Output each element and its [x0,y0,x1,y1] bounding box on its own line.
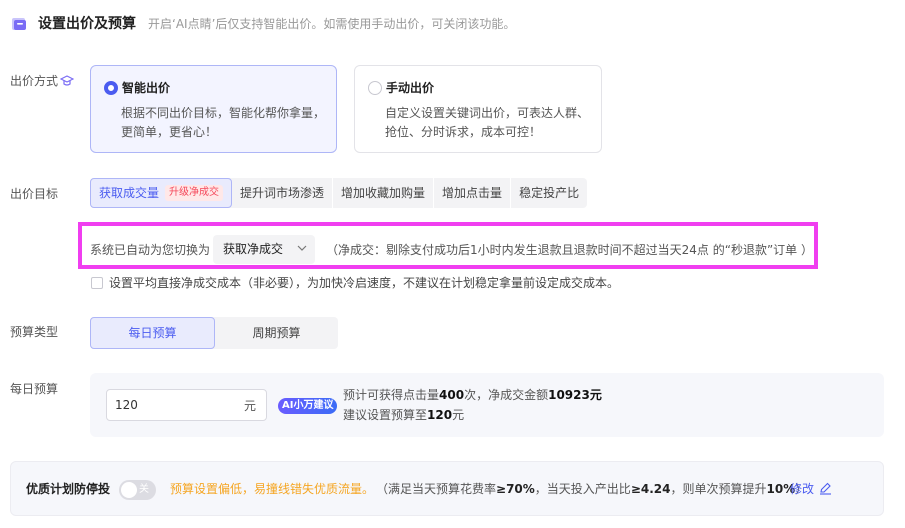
auto-switch-prefix: 系统已自动为您切换为 [90,243,211,257]
chevron-down-icon [297,245,307,251]
bid-goal-tabs: 获取成交量 升级净成交 提升词市场渗透 增加收藏加购量 增加点击量 稳定投产比 [90,178,588,208]
daily-budget-input-wrap: 元 [106,389,267,421]
upgrade-badge: 升级净成交 [165,185,224,201]
tab-market-penetration[interactable]: 提升词市场渗透 [232,178,334,208]
budget-type-period[interactable]: 周期预算 [215,317,338,349]
edit-link[interactable]: 修改 [790,481,814,497]
bid-option-manual-desc: 自定义设置关键词出价，可表达人群、 抢位、分时诉求，成本可控！ [385,106,590,139]
budget-type-segment: 每日预算 周期预算 [90,317,338,349]
daily-budget-label: 每日预算 [10,382,59,396]
net-deal-select-value: 获取净成交 [223,242,284,256]
pencil-icon[interactable] [819,482,832,495]
stop-protect-warning: 预算设置偏低，易撞线错失优质流量。 [170,482,375,496]
tab-get-deals[interactable]: 获取成交量 升级净成交 [90,178,233,208]
budget-type-daily[interactable]: 每日预算 [90,317,215,349]
section-subtitle: 开启‘AI点睛’后仅支持智能出价。如需使用手动出价，可关闭该功能。 [148,17,516,31]
ai-suggest-badge: AI小万建议 [278,398,338,414]
avg-cost-checkbox[interactable] [91,277,103,289]
budget-type-label: 预算类型 [10,325,59,339]
stop-protect-toggle[interactable]: 关 [119,480,156,500]
stop-protect-rule: （满足当天预算花费率≥70%，当天投入产出比≥4.24，则单次预算提升10%） [376,482,808,496]
bid-method-label: 出价方式 [10,74,59,88]
section-title: 设置出价及预算 [38,16,136,32]
avg-cost-label: 设置平均直接净成交成本（非必要），为加快冷启速度，不建议在计划稳定拿量前设定成交… [109,276,620,290]
tab-stable-roi[interactable]: 稳定投产比 [511,178,587,208]
net-deal-select[interactable]: 获取净成交 [213,235,315,264]
suggest-line: 建议设置预算至120元 [343,408,465,422]
tab-clicks[interactable]: 增加点击量 [434,178,512,208]
tab-favorites-cart[interactable]: 增加收藏加购量 [333,178,435,208]
bid-goal-label: 出价目标 [10,187,59,201]
radio-manual[interactable] [368,81,382,95]
net-deal-note: （净成交：剔除支付成功后1小时内发生退款且退款时间不超过当天24点 的“秒退款”… [326,243,813,257]
bid-option-manual[interactable]: 手动出价 自定义设置关键词出价，可表达人群、 抢位、分时诉求，成本可控！ [354,65,602,153]
stop-protect-title: 优质计划防停投 [26,482,111,496]
toggle-knob [121,482,137,498]
estimate-line: 预计可获得点击量400次，净成交金额10923元 [343,388,602,402]
budget-icon [12,18,26,30]
bid-option-smart-title: 智能出价 [122,81,171,95]
bid-option-manual-title: 手动出价 [386,81,435,95]
bid-option-smart[interactable]: 智能出价 根据不同出价目标，智能化帮你拿量， 更简单，更省心！ [90,65,337,153]
daily-budget-input[interactable] [115,396,225,414]
daily-budget-unit: 元 [243,399,256,413]
radio-smart[interactable] [104,81,118,95]
toggle-label: 关 [139,484,149,495]
graduation-cap-icon [60,75,74,86]
bid-option-smart-desc: 根据不同出价目标，智能化帮你拿量， 更简单，更省心！ [121,106,326,139]
